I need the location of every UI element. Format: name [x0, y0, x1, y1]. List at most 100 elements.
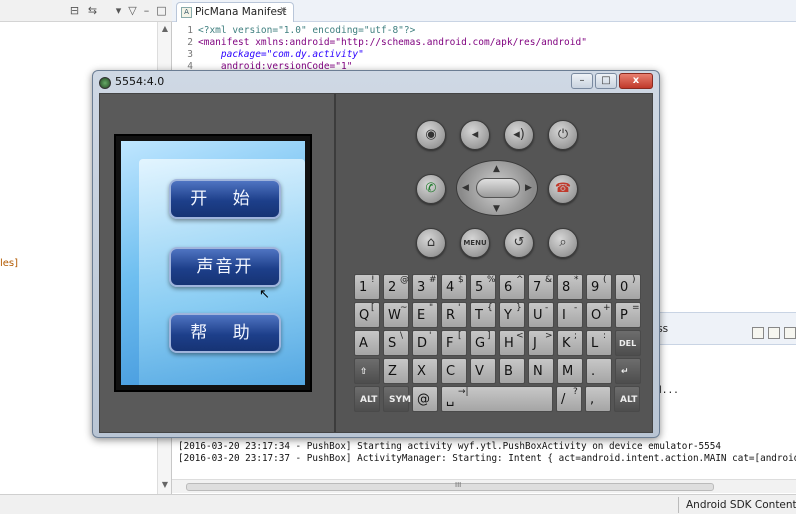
- key-v[interactable]: V: [470, 358, 496, 384]
- close-icon[interactable]: ✕: [279, 6, 287, 16]
- code-line: 1 <?xml version="1.0" encoding="utf-8"?>: [187, 25, 416, 36]
- emulator-window[interactable]: 5554:4.0 – □ x 开 始 声音开 帮 助 ↖ ◉ ◂ ◂) ⏻ ✆ …: [92, 70, 660, 438]
- key-@[interactable]: @: [412, 386, 438, 412]
- view-menu-icon[interactable]: ▾: [112, 4, 125, 17]
- home-icon[interactable]: ⌂: [416, 228, 446, 258]
- key-5[interactable]: 5%: [470, 274, 496, 300]
- tab-manifest[interactable]: A PicMana Manifest ✕: [176, 2, 294, 22]
- key-b[interactable]: B: [499, 358, 525, 384]
- key-6[interactable]: 6 ^: [499, 274, 525, 300]
- start-button[interactable]: 开 始: [169, 179, 281, 219]
- key-,[interactable]: ,: [585, 386, 611, 412]
- call-icon[interactable]: ✆: [416, 174, 446, 204]
- key-s[interactable]: S \: [383, 330, 409, 356]
- key-u[interactable]: U-: [528, 302, 554, 328]
- key-g[interactable]: G]: [470, 330, 496, 356]
- key-j[interactable]: J >: [528, 330, 554, 356]
- key-2[interactable]: 2 @: [383, 274, 409, 300]
- key-r[interactable]: R ': [441, 302, 467, 328]
- end-call-icon[interactable]: ☎: [548, 174, 578, 204]
- key-/[interactable]: /?: [556, 386, 582, 412]
- key-y[interactable]: Y}: [499, 302, 525, 328]
- key-sublabel: (: [603, 275, 607, 285]
- key-label: ,: [590, 392, 595, 407]
- sound-on-button[interactable]: 声音开: [169, 247, 281, 287]
- maximize-button[interactable]: □: [595, 73, 617, 89]
- close-button[interactable]: x: [619, 73, 653, 89]
- key-3[interactable]: 3 #: [412, 274, 438, 300]
- scroll-down-icon[interactable]: ▼: [160, 480, 170, 490]
- power-icon[interactable]: ⏻: [548, 120, 578, 150]
- dpad-center-button[interactable]: [476, 178, 520, 198]
- key-w[interactable]: W ~: [383, 302, 409, 328]
- key-a[interactable]: A: [354, 330, 380, 356]
- key-alt[interactable]: ALT: [614, 386, 640, 412]
- key-4[interactable]: 4 $: [441, 274, 467, 300]
- hardware-keyboard: 1! 2 @3 #4 $5% 6 ^ 7 & 8 * 9(0) Q[W ~ E " R ' T{Y} U - I - O + P =…: [354, 274, 644, 414]
- maximize-icon[interactable]: □: [155, 4, 168, 17]
- minimize-button[interactable]: –: [571, 73, 593, 89]
- key-sublabel: ': [429, 331, 432, 341]
- key-0[interactable]: 0): [615, 274, 641, 300]
- key-9[interactable]: 9(: [586, 274, 612, 300]
- key-label: SYM: [389, 395, 411, 405]
- key-label: K: [562, 336, 571, 351]
- key-l[interactable]: L:: [586, 330, 612, 356]
- dpad-up-icon[interactable]: ▲: [493, 164, 500, 174]
- key-.[interactable]: .: [586, 358, 612, 384]
- key-i[interactable]: I-: [557, 302, 583, 328]
- key-x[interactable]: X: [412, 358, 438, 384]
- explorer-toolbar: ⊟ ⇆ ▾ ▽ – □: [0, 0, 172, 22]
- console-pin-icon[interactable]: [752, 327, 764, 339]
- key-label: I: [562, 308, 566, 323]
- key-c[interactable]: C: [441, 358, 467, 384]
- key-p[interactable]: P =: [615, 302, 641, 328]
- key-sublabel: ?: [573, 387, 578, 397]
- chevron-down-icon[interactable]: ▽: [126, 4, 139, 17]
- key-alt[interactable]: ALT: [354, 386, 380, 412]
- key-↵[interactable]: ↵: [615, 358, 641, 384]
- key-n[interactable]: N: [528, 358, 554, 384]
- key-h[interactable]: H <: [499, 330, 525, 356]
- menu-button[interactable]: MENU: [460, 228, 490, 258]
- key-k[interactable]: K;: [557, 330, 583, 356]
- tab-title: PicMana Manifest: [195, 6, 287, 18]
- camera-icon[interactable]: ◉: [416, 120, 446, 150]
- back-icon[interactable]: ↺: [504, 228, 534, 258]
- key-o[interactable]: O +: [586, 302, 612, 328]
- dpad-down-icon[interactable]: ▼: [493, 204, 500, 214]
- console-menu-icon[interactable]: [784, 327, 796, 339]
- key-8[interactable]: 8 *: [557, 274, 583, 300]
- horizontal-scrollbar[interactable]: III: [172, 479, 796, 493]
- key-e[interactable]: E ": [412, 302, 438, 328]
- scroll-thumb[interactable]: III: [186, 481, 714, 491]
- phone-screen[interactable]: 开 始 声音开 帮 助 ↖: [121, 141, 305, 385]
- key-z[interactable]: Z: [383, 358, 409, 384]
- android-emulator-icon: [99, 77, 111, 89]
- link-editor-icon[interactable]: ⇆: [86, 4, 99, 17]
- key-sym[interactable]: SYM: [383, 386, 411, 412]
- key-del[interactable]: DEL: [615, 330, 641, 356]
- volume-up-icon[interactable]: ◂): [504, 120, 534, 150]
- console-display-icon[interactable]: [768, 327, 780, 339]
- search-icon[interactable]: ⌕: [548, 228, 578, 258]
- volume-down-icon[interactable]: ◂: [460, 120, 490, 150]
- key-7[interactable]: 7 &: [528, 274, 554, 300]
- key-1[interactable]: 1!: [354, 274, 380, 300]
- dpad-left-icon[interactable]: ◀: [462, 183, 469, 193]
- minimize-icon[interactable]: –: [140, 4, 153, 17]
- key-label: R: [446, 308, 456, 323]
- key-m[interactable]: M: [557, 358, 583, 384]
- log-line: [2016-03-20 23:17:37 - PushBox] Activity…: [178, 453, 796, 464]
- key-t[interactable]: T{: [470, 302, 496, 328]
- help-button[interactable]: 帮 助: [169, 313, 281, 353]
- key-f[interactable]: F[: [441, 330, 467, 356]
- dpad[interactable]: ▲ ▼ ◀ ▶: [456, 160, 538, 216]
- key-q[interactable]: Q[: [354, 302, 380, 328]
- key-space[interactable]: ␣ →|: [441, 386, 553, 412]
- key-d[interactable]: D ': [412, 330, 438, 356]
- key-⇧[interactable]: ⇧: [354, 358, 380, 384]
- scroll-up-icon[interactable]: ▲: [160, 24, 170, 34]
- collapse-all-icon[interactable]: ⊟: [68, 4, 81, 17]
- dpad-right-icon[interactable]: ▶: [525, 183, 532, 193]
